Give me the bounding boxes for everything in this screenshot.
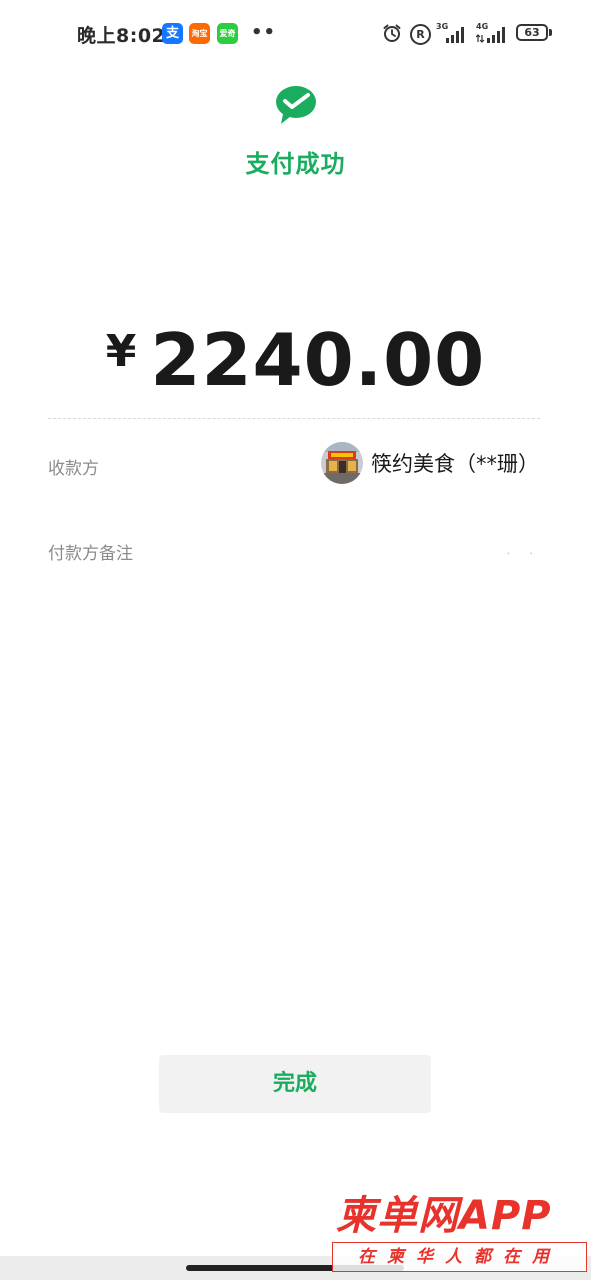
wechat-pay-check-icon <box>276 86 316 124</box>
payer-remark-label: 付款方备注 <box>48 544 133 564</box>
currency-symbol: ¥ <box>105 326 137 377</box>
watermark-logo: 柬单网APP 在柬华人都在用 <box>332 1192 587 1276</box>
payment-success-title: 支付成功 <box>245 150 346 178</box>
battery-icon: 63 <box>516 24 548 41</box>
status-bar: 晚上8:02 支 淘宝 爱奇艺 •• R 3G 4G 63 <box>0 0 591 68</box>
payer-remark-value: · · <box>506 547 541 560</box>
done-button[interactable]: 完成 <box>159 1055 431 1113</box>
payment-amount: 2240.00 <box>150 318 486 402</box>
alarm-icon <box>383 24 401 42</box>
network-type-label: 4G <box>476 22 489 31</box>
taobao-icon: 淘宝 <box>189 23 210 44</box>
watermark-title: 柬单网APP <box>336 1193 552 1239</box>
more-notifications-icon: •• <box>251 22 277 43</box>
registered-icon: R <box>410 24 431 45</box>
payee-label: 收款方 <box>48 459 99 479</box>
signal-4g-icon: 4G <box>475 22 510 44</box>
payee-avatar <box>321 442 363 484</box>
signal-3g-icon: 3G <box>436 22 470 44</box>
status-time: 晚上8:02 <box>77 25 166 47</box>
alipay-icon: 支 <box>162 23 183 44</box>
payee-name: 筷约美食（**珊） <box>371 452 539 476</box>
dashed-divider <box>48 418 540 419</box>
watermark-subtitle: 在柬华人都在用 <box>332 1242 587 1272</box>
battery-tip <box>549 29 552 36</box>
network-type-label: 3G <box>436 22 449 31</box>
amount-display: ¥2240.00 <box>0 318 591 402</box>
iqiyi-icon: 爱奇艺 <box>217 23 238 44</box>
payee-info: 筷约美食（**珊） <box>321 442 539 484</box>
